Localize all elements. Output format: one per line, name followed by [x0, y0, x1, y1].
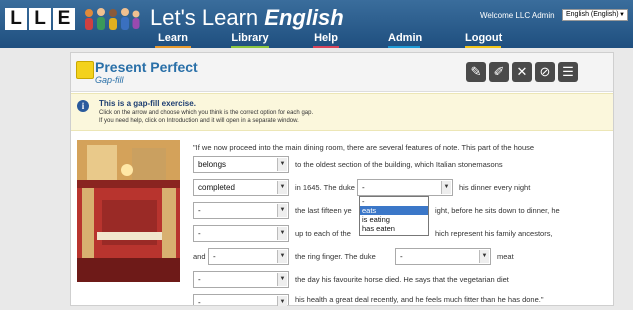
chevron-down-icon: ▼ — [277, 158, 287, 171]
list-icon[interactable]: ☰ — [558, 62, 578, 82]
lesson-panel: Present Perfect Gap-fill ✎ ✐ ✕ ⊘ ☰ i Thi… — [70, 52, 614, 307]
gap-9-select[interactable]: - ▼ — [193, 294, 289, 307]
welcome-text: Welcome LLC Admin — [480, 11, 555, 20]
option-blank[interactable]: - — [360, 197, 428, 206]
language-select[interactable]: English (English) ▼ — [562, 9, 628, 21]
text-fragment: in 1645. The duke — [295, 183, 355, 192]
gap-3-options[interactable]: - eats is eating has eaten — [359, 196, 429, 236]
info-heading: This is a gap-fill exercise. — [99, 99, 196, 108]
nav-admin[interactable]: Admin — [388, 31, 422, 48]
chevron-down-icon: ▼ — [277, 250, 287, 263]
gap-5-select[interactable]: - ▼ — [193, 225, 289, 242]
dining-room-photo — [77, 140, 180, 282]
text-fragment: the last fifteen ye — [295, 206, 352, 215]
logo-letter-2: L — [29, 8, 51, 30]
chevron-down-icon: ▼ — [441, 181, 451, 194]
gap-3-select[interactable]: - ▼ — [357, 179, 453, 196]
lesson-subtitle: Gap-fill — [95, 75, 124, 85]
text-fragment: hich represent his family ancestors, — [435, 229, 553, 238]
gap-2-select[interactable]: completed ▼ — [193, 179, 289, 196]
lesson-title: Present Perfect — [95, 59, 198, 75]
text-fragment: meat — [497, 252, 514, 261]
gap-4-select[interactable]: - ▼ — [193, 202, 289, 219]
exercise-intro: "If we now proceed into the main dining … — [193, 143, 535, 152]
gap-7-select[interactable]: - ▼ — [395, 248, 491, 265]
chevron-down-icon: ▼ — [277, 273, 287, 286]
logo-letter-1: L — [5, 8, 27, 30]
pencil-icon[interactable]: ✐ — [489, 62, 509, 82]
chevron-down-icon: ▼ — [277, 296, 287, 306]
nav-admin-underline — [388, 46, 420, 48]
nav-logout-underline — [465, 46, 501, 48]
nav-logout[interactable]: Logout — [465, 31, 502, 48]
option-is-eating[interactable]: is eating — [360, 215, 428, 224]
option-has-eaten[interactable]: has eaten — [360, 224, 428, 233]
logo-letter-3: E — [53, 8, 75, 30]
cancel-icon[interactable]: ⊘ — [535, 62, 555, 82]
chevron-down-icon: ▼ — [277, 204, 287, 217]
chevron-down-icon: ▼ — [619, 12, 625, 18]
gap-1-select[interactable]: belongs ▼ — [193, 156, 289, 173]
option-eats[interactable]: eats — [360, 206, 428, 215]
text-fragment: to the oldest section of the building, w… — [295, 160, 503, 169]
text-fragment: his dinner every night — [459, 183, 531, 192]
chevron-down-icon: ▼ — [479, 250, 489, 263]
text-fragment: and — [193, 252, 206, 261]
app-title: Let's Learn English — [150, 5, 344, 30]
nav-library-underline — [231, 46, 269, 48]
gap-6-select[interactable]: - ▼ — [208, 248, 289, 265]
chevron-down-icon: ▼ — [277, 181, 287, 194]
text-fragment: ight, before he sits down to dinner, he — [435, 206, 560, 215]
info-box: i This is a gap-fill exercise. Click on … — [71, 93, 613, 131]
app-header: L L E Let's Learn English Welcome LLC Ad… — [0, 0, 633, 48]
nav-help[interactable]: Help — [313, 31, 339, 48]
nav-library[interactable]: Library — [231, 31, 269, 48]
info-icon: i — [77, 100, 89, 112]
close-icon[interactable]: ✕ — [512, 62, 532, 82]
gap-8-select[interactable]: - ▼ — [193, 271, 289, 288]
lesson-header: Present Perfect Gap-fill ✎ ✐ ✕ ⊘ ☰ — [71, 53, 613, 92]
people-logo-icon — [85, 8, 140, 30]
lle-logo: L L E — [5, 8, 75, 30]
info-line-2: If you need help, click on Introduction … — [99, 118, 299, 124]
lesson-type-icon — [76, 61, 94, 79]
notes-icon[interactable]: ✎ — [466, 62, 486, 82]
nav-learn[interactable]: Learn — [155, 31, 191, 48]
info-line-1: Click on the arrow and choose which you … — [99, 110, 314, 116]
nav-help-underline — [313, 46, 339, 48]
text-fragment: the day his favourite horse died. He say… — [295, 275, 509, 284]
text-fragment: up to each of the — [295, 229, 351, 238]
chevron-down-icon: ▼ — [277, 227, 287, 240]
nav-learn-underline — [155, 46, 191, 48]
text-fragment: the ring finger. The duke — [295, 252, 376, 261]
